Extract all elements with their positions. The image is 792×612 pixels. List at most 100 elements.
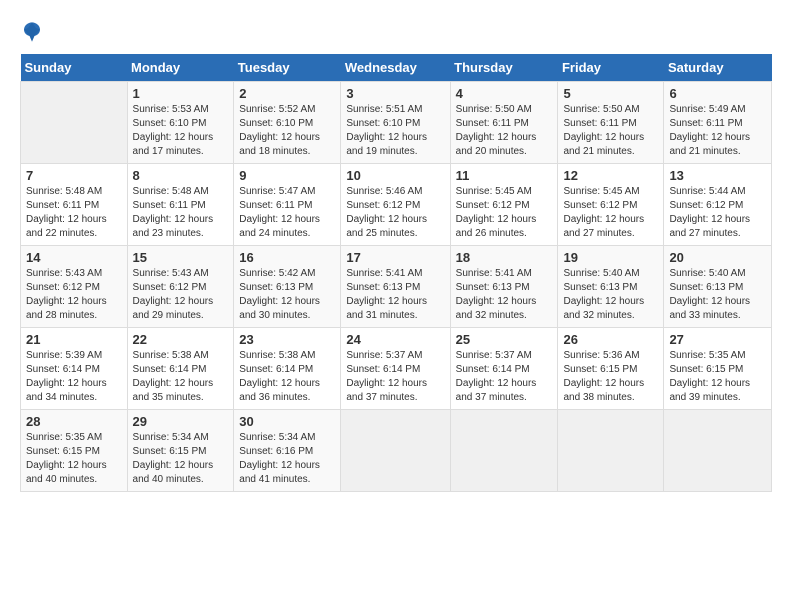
day-number: 21 — [26, 332, 122, 347]
day-cell — [558, 410, 664, 492]
day-number: 3 — [346, 86, 444, 101]
day-info: Sunrise: 5:36 AM Sunset: 6:15 PM Dayligh… — [563, 349, 658, 405]
day-number: 24 — [346, 332, 444, 347]
day-number: 13 — [669, 168, 766, 183]
day-number: 9 — [239, 168, 335, 183]
day-info: Sunrise: 5:38 AM Sunset: 6:14 PM Dayligh… — [239, 349, 335, 405]
day-cell — [341, 410, 450, 492]
header — [20, 20, 772, 44]
day-cell — [450, 410, 558, 492]
week-row-4: 21 Sunrise: 5:39 AM Sunset: 6:14 PM Dayli… — [21, 328, 772, 410]
day-cell: 3 Sunrise: 5:51 AM Sunset: 6:10 PM Daylig… — [341, 82, 450, 164]
day-number: 30 — [239, 414, 335, 429]
day-info: Sunrise: 5:43 AM Sunset: 6:12 PM Dayligh… — [26, 267, 122, 323]
day-info: Sunrise: 5:50 AM Sunset: 6:11 PM Dayligh… — [563, 103, 658, 159]
day-cell: 14 Sunrise: 5:43 AM Sunset: 6:12 PM Dayli… — [21, 246, 128, 328]
day-number: 19 — [563, 250, 658, 265]
day-info: Sunrise: 5:37 AM Sunset: 6:14 PM Dayligh… — [346, 349, 444, 405]
day-number: 18 — [456, 250, 553, 265]
day-cell: 1Sunrise: 5:53 AM Sunset: 6:10 PM Daylig… — [127, 82, 234, 164]
day-number: 11 — [456, 168, 553, 183]
day-info: Sunrise: 5:35 AM Sunset: 6:15 PM Dayligh… — [26, 431, 122, 487]
day-cell: 4 Sunrise: 5:50 AM Sunset: 6:11 PM Daylig… — [450, 82, 558, 164]
day-number: 29 — [133, 414, 229, 429]
day-cell: 9 Sunrise: 5:47 AM Sunset: 6:11 PM Daylig… — [234, 164, 341, 246]
day-info: Sunrise: 5:45 AM Sunset: 6:12 PM Dayligh… — [456, 185, 553, 241]
day-info: Sunrise: 5:38 AM Sunset: 6:14 PM Dayligh… — [133, 349, 229, 405]
day-info: Sunrise: 5:41 AM Sunset: 6:13 PM Dayligh… — [456, 267, 553, 323]
day-cell: 16 Sunrise: 5:42 AM Sunset: 6:13 PM Dayli… — [234, 246, 341, 328]
day-number: 15 — [133, 250, 229, 265]
day-number: 17 — [346, 250, 444, 265]
day-cell: 29 Sunrise: 5:34 AM Sunset: 6:15 PM Dayli… — [127, 410, 234, 492]
col-header-monday: Monday — [127, 54, 234, 82]
day-cell: 17 Sunrise: 5:41 AM Sunset: 6:13 PM Dayli… — [341, 246, 450, 328]
day-number: 5 — [563, 86, 658, 101]
day-info: Sunrise: 5:41 AM Sunset: 6:13 PM Dayligh… — [346, 267, 444, 323]
day-info: Sunrise: 5:34 AM Sunset: 6:15 PM Dayligh… — [133, 431, 229, 487]
day-number: 6 — [669, 86, 766, 101]
week-row-5: 28 Sunrise: 5:35 AM Sunset: 6:15 PM Dayli… — [21, 410, 772, 492]
day-cell: 2 Sunrise: 5:52 AM Sunset: 6:10 PM Daylig… — [234, 82, 341, 164]
day-info: Sunrise: 5:53 AM Sunset: 6:10 PM Dayligh… — [133, 103, 229, 159]
day-number: 14 — [26, 250, 122, 265]
day-cell: 13 Sunrise: 5:44 AM Sunset: 6:12 PM Dayli… — [664, 164, 772, 246]
col-header-friday: Friday — [558, 54, 664, 82]
day-cell: 23 Sunrise: 5:38 AM Sunset: 6:14 PM Dayli… — [234, 328, 341, 410]
day-number: 8 — [133, 168, 229, 183]
day-cell — [21, 82, 128, 164]
day-info: Sunrise: 5:50 AM Sunset: 6:11 PM Dayligh… — [456, 103, 553, 159]
header-row: SundayMondayTuesdayWednesdayThursdayFrid… — [21, 54, 772, 82]
col-header-saturday: Saturday — [664, 54, 772, 82]
day-info: Sunrise: 5:52 AM Sunset: 6:10 PM Dayligh… — [239, 103, 335, 159]
day-cell: 6Sunrise: 5:49 AM Sunset: 6:11 PM Daylig… — [664, 82, 772, 164]
day-number: 12 — [563, 168, 658, 183]
day-info: Sunrise: 5:45 AM Sunset: 6:12 PM Dayligh… — [563, 185, 658, 241]
day-info: Sunrise: 5:40 AM Sunset: 6:13 PM Dayligh… — [669, 267, 766, 323]
day-cell: 5 Sunrise: 5:50 AM Sunset: 6:11 PM Daylig… — [558, 82, 664, 164]
col-header-sunday: Sunday — [21, 54, 128, 82]
day-number: 7 — [26, 168, 122, 183]
day-number: 16 — [239, 250, 335, 265]
day-number: 4 — [456, 86, 553, 101]
day-cell: 21 Sunrise: 5:39 AM Sunset: 6:14 PM Dayli… — [21, 328, 128, 410]
col-header-wednesday: Wednesday — [341, 54, 450, 82]
day-number: 2 — [239, 86, 335, 101]
day-number: 22 — [133, 332, 229, 347]
day-cell: 25Sunrise: 5:37 AM Sunset: 6:14 PM Dayli… — [450, 328, 558, 410]
day-cell: 15 Sunrise: 5:43 AM Sunset: 6:12 PM Dayli… — [127, 246, 234, 328]
day-cell: 12 Sunrise: 5:45 AM Sunset: 6:12 PM Dayli… — [558, 164, 664, 246]
day-info: Sunrise: 5:47 AM Sunset: 6:11 PM Dayligh… — [239, 185, 335, 241]
day-info: Sunrise: 5:35 AM Sunset: 6:15 PM Dayligh… — [669, 349, 766, 405]
day-cell: 10Sunrise: 5:46 AM Sunset: 6:12 PM Dayli… — [341, 164, 450, 246]
day-info: Sunrise: 5:39 AM Sunset: 6:14 PM Dayligh… — [26, 349, 122, 405]
day-number: 20 — [669, 250, 766, 265]
week-row-2: 7 Sunrise: 5:48 AM Sunset: 6:11 PM Daylig… — [21, 164, 772, 246]
day-number: 23 — [239, 332, 335, 347]
day-number: 27 — [669, 332, 766, 347]
day-number: 28 — [26, 414, 122, 429]
day-cell: 24 Sunrise: 5:37 AM Sunset: 6:14 PM Dayli… — [341, 328, 450, 410]
day-cell — [664, 410, 772, 492]
day-info: Sunrise: 5:42 AM Sunset: 6:13 PM Dayligh… — [239, 267, 335, 323]
week-row-1: 1Sunrise: 5:53 AM Sunset: 6:10 PM Daylig… — [21, 82, 772, 164]
day-info: Sunrise: 5:43 AM Sunset: 6:12 PM Dayligh… — [133, 267, 229, 323]
day-cell: 11 Sunrise: 5:45 AM Sunset: 6:12 PM Dayli… — [450, 164, 558, 246]
day-info: Sunrise: 5:40 AM Sunset: 6:13 PM Dayligh… — [563, 267, 658, 323]
day-cell: 22 Sunrise: 5:38 AM Sunset: 6:14 PM Dayli… — [127, 328, 234, 410]
day-cell: 19 Sunrise: 5:40 AM Sunset: 6:13 PM Dayli… — [558, 246, 664, 328]
day-cell: 7 Sunrise: 5:48 AM Sunset: 6:11 PM Daylig… — [21, 164, 128, 246]
col-header-thursday: Thursday — [450, 54, 558, 82]
day-cell: 18 Sunrise: 5:41 AM Sunset: 6:13 PM Dayli… — [450, 246, 558, 328]
day-info: Sunrise: 5:46 AM Sunset: 6:12 PM Dayligh… — [346, 185, 444, 241]
day-info: Sunrise: 5:34 AM Sunset: 6:16 PM Dayligh… — [239, 431, 335, 487]
day-cell: 30 Sunrise: 5:34 AM Sunset: 6:16 PM Dayli… — [234, 410, 341, 492]
day-info: Sunrise: 5:44 AM Sunset: 6:12 PM Dayligh… — [669, 185, 766, 241]
day-info: Sunrise: 5:37 AM Sunset: 6:14 PM Dayligh… — [456, 349, 553, 405]
day-cell: 27 Sunrise: 5:35 AM Sunset: 6:15 PM Dayli… — [664, 328, 772, 410]
day-info: Sunrise: 5:51 AM Sunset: 6:10 PM Dayligh… — [346, 103, 444, 159]
day-number: 26 — [563, 332, 658, 347]
day-info: Sunrise: 5:48 AM Sunset: 6:11 PM Dayligh… — [133, 185, 229, 241]
calendar-table: SundayMondayTuesdayWednesdayThursdayFrid… — [20, 54, 772, 492]
day-info: Sunrise: 5:48 AM Sunset: 6:11 PM Dayligh… — [26, 185, 122, 241]
